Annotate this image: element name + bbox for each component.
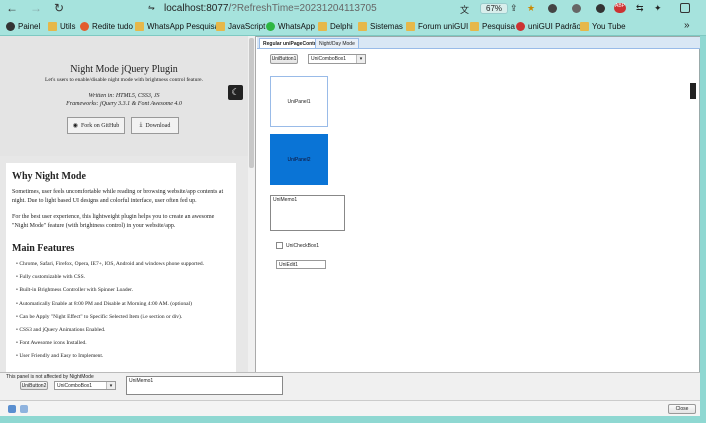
globe-icon <box>6 22 15 31</box>
close-button[interactable]: Close <box>668 404 696 414</box>
reload-icon[interactable]: ↻ <box>54 1 64 15</box>
chevron-down-icon[interactable]: ▾ <box>106 382 115 389</box>
unibutton1[interactable]: UniButton1 <box>270 54 298 64</box>
back-icon[interactable]: ← <box>6 1 18 15</box>
star-icon[interactable]: ★ <box>527 3 535 14</box>
translate-icon[interactable]: 文 <box>460 3 469 16</box>
fork-github-button[interactable]: ◉ Fork on GitHub <box>67 117 125 134</box>
window-footer: Close <box>0 400 700 416</box>
bookmark-sistemas[interactable]: Sistemas <box>358 22 403 31</box>
bookmark-forum[interactable]: Forum uniGUI <box>406 22 468 31</box>
unipanel1: UniPanel1 <box>270 76 328 127</box>
chevron-down-icon[interactable]: ▾ <box>356 55 365 63</box>
content-card: Why Night Mode Sometimes, user feels unc… <box>6 163 236 372</box>
unibutton2[interactable]: UniButton2 <box>20 381 48 390</box>
adblock-icon[interactable]: ABP <box>614 3 626 13</box>
bookmark-whatsapp[interactable]: WhatsApp <box>266 22 315 31</box>
feature-item: • Can be Apply "Night Effect" to Specifi… <box>16 313 183 320</box>
bookmark-unigui-padrao[interactable]: uniGUI Padrão <box>516 22 581 31</box>
hero-subtitle: Let's users to enable/disable night mode… <box>44 77 203 83</box>
why-paragraph-2: For the best user experience, this light… <box>12 214 215 229</box>
unimemo1[interactable]: UniMemo1 <box>270 195 345 231</box>
hero-title: Night Mode jQuery Plugin <box>70 64 178 75</box>
whatsapp-icon <box>266 22 275 31</box>
browser-toolbar: ← → ↻ ⇋ localhost:8077/?RefreshTime=2023… <box>0 0 706 18</box>
download-icon: ⤓ <box>139 122 143 128</box>
bookmark-redite[interactable]: Redite tudo <box>80 22 133 31</box>
night-mode-toggle[interactable]: ☾ <box>228 85 243 100</box>
features-heading: Main Features <box>12 243 75 254</box>
bookmark-youtube[interactable]: You Tube <box>580 22 626 31</box>
bookmark-pesquisa[interactable]: Pesquisa <box>470 22 515 31</box>
bottom-panel: This panel is not affected by NightMode … <box>0 372 700 400</box>
extension-icon-3[interactable] <box>596 4 605 15</box>
right-edge-handle[interactable] <box>690 83 696 99</box>
unipanel2: UniPanel2 <box>270 134 328 185</box>
hero-section: Night Mode jQuery Plugin Let's users to … <box>0 36 248 156</box>
url-path: /?RefreshTime=20231204113705 <box>228 3 377 14</box>
bottom-panel-note: This panel is not affected by NightMode <box>6 374 94 380</box>
feature-item: • Chrome, Safari, Firefox, Opera, IE7+, … <box>16 261 205 267</box>
folder-icon <box>135 22 144 31</box>
folder-icon <box>580 22 589 31</box>
bookmark-painel[interactable]: Painel <box>6 22 40 31</box>
bookmark-utils[interactable]: Utils <box>48 22 76 31</box>
site-icon <box>516 22 525 31</box>
feature-item: • Fully customizable with CSS. <box>16 274 86 281</box>
folder-icon <box>48 22 57 31</box>
zoom-indicator[interactable]: 67% <box>480 3 509 14</box>
download-button[interactable]: ⤓ Download <box>131 117 179 134</box>
bookmark-javascript[interactable]: JavaScript <box>216 22 265 31</box>
info-icon[interactable] <box>20 405 28 413</box>
share-icon[interactable]: ⇪ <box>510 3 518 14</box>
extensions-icon[interactable]: ✦ <box>654 3 662 14</box>
feature-item: • CSS3 and jQuery Animations Enabled. <box>16 326 106 333</box>
hero-written: Written in: HTML5, CSS3, JS <box>88 93 160 99</box>
left-scrollbar-thumb[interactable] <box>249 38 254 168</box>
extension-icon-2[interactable] <box>572 4 581 15</box>
unicombobox1[interactable]: UniComboBox1 ▾ <box>308 54 366 64</box>
tab-night-day-mode[interactable]: Night/Day Mode <box>315 38 359 48</box>
checkbox-box[interactable] <box>276 242 283 249</box>
feature-item: • Automatically Enable at 8:00 PM and Di… <box>16 300 192 307</box>
uniedit1[interactable]: UniEdit1 <box>276 260 326 269</box>
sidebar-icon[interactable] <box>680 3 690 13</box>
forward-icon[interactable]: → <box>30 1 42 15</box>
features-list: • Chrome, Safari, Firefox, Opera, IE7+, … <box>16 261 232 367</box>
folder-icon <box>318 22 327 31</box>
folder-icon <box>216 22 225 31</box>
github-icon: ◉ <box>72 123 78 129</box>
bookmark-delphi[interactable]: Delphi <box>318 22 353 31</box>
translate-ext-icon[interactable]: ⇆ <box>636 3 644 14</box>
bottom-unicombobox1[interactable]: UniComboBox1 ▾ <box>54 381 116 390</box>
app-icon[interactable] <box>8 405 16 413</box>
why-heading: Why Night Mode <box>12 171 86 182</box>
site-icon <box>80 22 89 31</box>
moon-icon: ☾ <box>231 87 240 97</box>
why-paragraph-1: Sometimes, user feels uncomfortable whil… <box>12 189 224 204</box>
unicheckbox1[interactable]: UniCheckBox1 <box>276 242 319 249</box>
hero-frameworks: Frameworks: jQuery 3.3.1 & Font Awesome … <box>66 101 182 107</box>
feature-item: • Built-in Brightness Controller with Sp… <box>16 287 133 294</box>
site-info-icon[interactable]: ⇋ <box>148 3 158 13</box>
address-bar[interactable]: localhost:8077/?RefreshTime=202312041137… <box>164 3 377 14</box>
url-host: localhost:8077 <box>164 3 229 14</box>
bookmarks-bar: Painel Utils Redite tudo WhatsApp Pesqui… <box>0 18 706 36</box>
folder-icon <box>358 22 367 31</box>
page-control-tabbar: Regular uniPageControl Night/Day Mode <box>257 37 700 49</box>
folder-icon <box>470 22 479 31</box>
bookmark-whatsapp-pesquisa[interactable]: WhatsApp Pesquisa <box>135 22 219 31</box>
extension-icon-1[interactable] <box>548 4 557 15</box>
chevron-right-icon[interactable]: » <box>684 20 690 31</box>
bottom-unimemo1[interactable]: UniMemo1 <box>126 376 283 395</box>
feature-item: • Font Awesome icons Installed. <box>16 340 87 347</box>
feature-item: • User Friendly and Easy to Implement. <box>16 353 104 360</box>
folder-icon <box>406 22 415 31</box>
